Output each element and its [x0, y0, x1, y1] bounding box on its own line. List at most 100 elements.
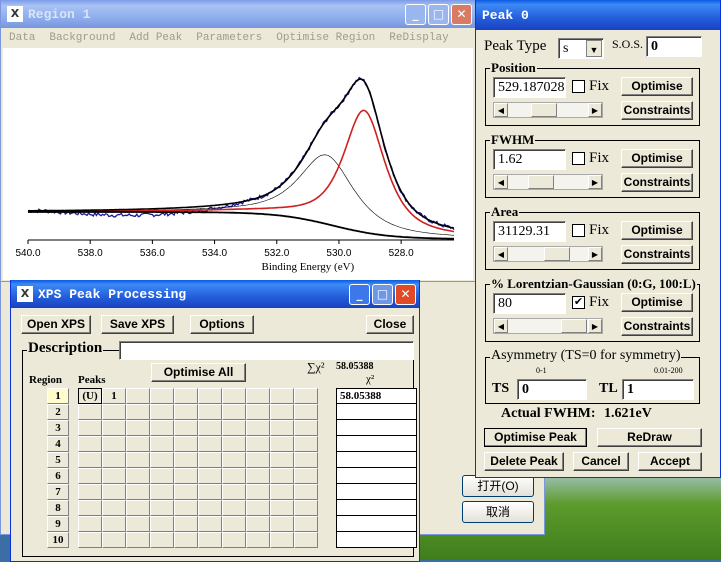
peak-cell[interactable]: [222, 388, 246, 404]
region-button[interactable]: 1: [47, 388, 69, 404]
redraw-button[interactable]: ReDraw: [597, 428, 702, 447]
peak-cell[interactable]: [102, 436, 126, 452]
peak-cell[interactable]: [222, 436, 246, 452]
checkbox-icon[interactable]: ✔: [572, 296, 585, 309]
param-slider[interactable]: ◀ ▶: [493, 174, 603, 190]
region-button[interactable]: 6: [47, 468, 69, 484]
peak-cell[interactable]: [270, 404, 294, 420]
peak-cell[interactable]: [222, 404, 246, 420]
peak-cell[interactable]: [78, 452, 102, 468]
open-xps-button[interactable]: Open XPS: [21, 315, 91, 334]
peak-cell[interactable]: [246, 484, 270, 500]
peak-cell[interactable]: [102, 452, 126, 468]
peak-cell[interactable]: [150, 500, 174, 516]
accept-button[interactable]: Accept: [638, 452, 702, 471]
constraints-button[interactable]: Constraints: [621, 245, 693, 264]
minimize-icon[interactable]: _: [349, 284, 370, 305]
peak-cell[interactable]: [78, 516, 102, 532]
peak-cell[interactable]: [102, 516, 126, 532]
maximize-icon[interactable]: □: [428, 4, 449, 25]
peak-cell[interactable]: [246, 404, 270, 420]
peak-cell[interactable]: [270, 436, 294, 452]
peak-cell[interactable]: [270, 516, 294, 532]
peak-cell[interactable]: [222, 484, 246, 500]
peak-cell[interactable]: [198, 500, 222, 516]
peak-cell[interactable]: [126, 468, 150, 484]
peak-cell[interactable]: [126, 388, 150, 404]
peak-cell[interactable]: 1: [102, 388, 126, 404]
peak-cell[interactable]: [198, 436, 222, 452]
peak-cell[interactable]: [294, 404, 318, 420]
peak-cell[interactable]: [222, 452, 246, 468]
constraints-button[interactable]: Constraints: [621, 101, 693, 120]
optimise-peak-button[interactable]: Optimise Peak: [484, 428, 587, 447]
peak-cell[interactable]: [198, 404, 222, 420]
options-button[interactable]: Options: [190, 315, 254, 334]
slider-thumb[interactable]: [527, 175, 554, 189]
peak-cell[interactable]: [246, 388, 270, 404]
peak-cell[interactable]: [222, 532, 246, 548]
peak-cell[interactable]: [270, 420, 294, 436]
peak-cell[interactable]: [246, 420, 270, 436]
peak-cell[interactable]: [174, 420, 198, 436]
peak-cell[interactable]: [198, 532, 222, 548]
minimize-icon[interactable]: _: [405, 4, 426, 25]
menu-data[interactable]: Data: [9, 32, 35, 44]
peak-cell[interactable]: [126, 484, 150, 500]
peak-cell[interactable]: [198, 484, 222, 500]
scroll-right-icon[interactable]: ▶: [588, 319, 602, 333]
peak-cell[interactable]: [150, 532, 174, 548]
tl-input[interactable]: 1: [622, 379, 694, 400]
checkbox-icon[interactable]: [572, 224, 585, 237]
scroll-left-icon[interactable]: ◀: [494, 175, 508, 189]
fix-checkbox[interactable]: ✔ Fix: [572, 294, 609, 311]
peak-cell[interactable]: [222, 420, 246, 436]
open-button[interactable]: 打开(O): [462, 475, 534, 497]
peak-cell[interactable]: [126, 500, 150, 516]
close-icon[interactable]: ✕: [395, 284, 416, 305]
constraints-button[interactable]: Constraints: [621, 317, 693, 336]
menu-redisplay[interactable]: ReDisplay: [389, 32, 448, 44]
peak-cell[interactable]: [174, 484, 198, 500]
peak-cell[interactable]: [198, 468, 222, 484]
peak-cell[interactable]: [246, 532, 270, 548]
checkbox-icon[interactable]: [572, 152, 585, 165]
peak-cell[interactable]: [102, 468, 126, 484]
peak-cell[interactable]: [174, 404, 198, 420]
peak-cell[interactable]: [78, 404, 102, 420]
peak-cell[interactable]: [78, 468, 102, 484]
region-button[interactable]: 7: [47, 484, 69, 500]
chevron-down-icon[interactable]: ▼: [586, 40, 602, 57]
peak-cell[interactable]: [222, 468, 246, 484]
save-xps-button[interactable]: Save XPS: [101, 315, 174, 334]
peak-cell[interactable]: [126, 532, 150, 548]
peak-cell[interactable]: [102, 484, 126, 500]
peak-cell[interactable]: [246, 500, 270, 516]
peak-cell[interactable]: [150, 420, 174, 436]
param-value-input[interactable]: 1.62: [493, 149, 566, 170]
peak-cell[interactable]: [126, 516, 150, 532]
param-value-input[interactable]: 31129.31: [493, 221, 566, 242]
peak-cell[interactable]: [174, 388, 198, 404]
param-slider[interactable]: ◀ ▶: [493, 246, 603, 262]
peak-cell[interactable]: [174, 436, 198, 452]
param-value-input[interactable]: 529.187028: [493, 77, 566, 98]
slider-thumb[interactable]: [531, 103, 558, 117]
peak-cell[interactable]: [174, 500, 198, 516]
peak-cell[interactable]: [246, 452, 270, 468]
peak-cell[interactable]: [78, 500, 102, 516]
peak-cell[interactable]: [294, 484, 318, 500]
peak-cell[interactable]: [174, 452, 198, 468]
peak-cell[interactable]: [246, 436, 270, 452]
peak-cell[interactable]: [198, 420, 222, 436]
peak-cell[interactable]: [150, 388, 174, 404]
region-button[interactable]: 10: [47, 532, 69, 548]
peak-cell[interactable]: [78, 484, 102, 500]
peak-cell[interactable]: [150, 484, 174, 500]
optimise-button[interactable]: Optimise: [621, 149, 693, 168]
scroll-left-icon[interactable]: ◀: [494, 247, 508, 261]
peak-cell[interactable]: [270, 468, 294, 484]
region-button[interactable]: 3: [47, 420, 69, 436]
fix-checkbox[interactable]: Fix: [572, 150, 609, 167]
peak-cell[interactable]: [126, 436, 150, 452]
